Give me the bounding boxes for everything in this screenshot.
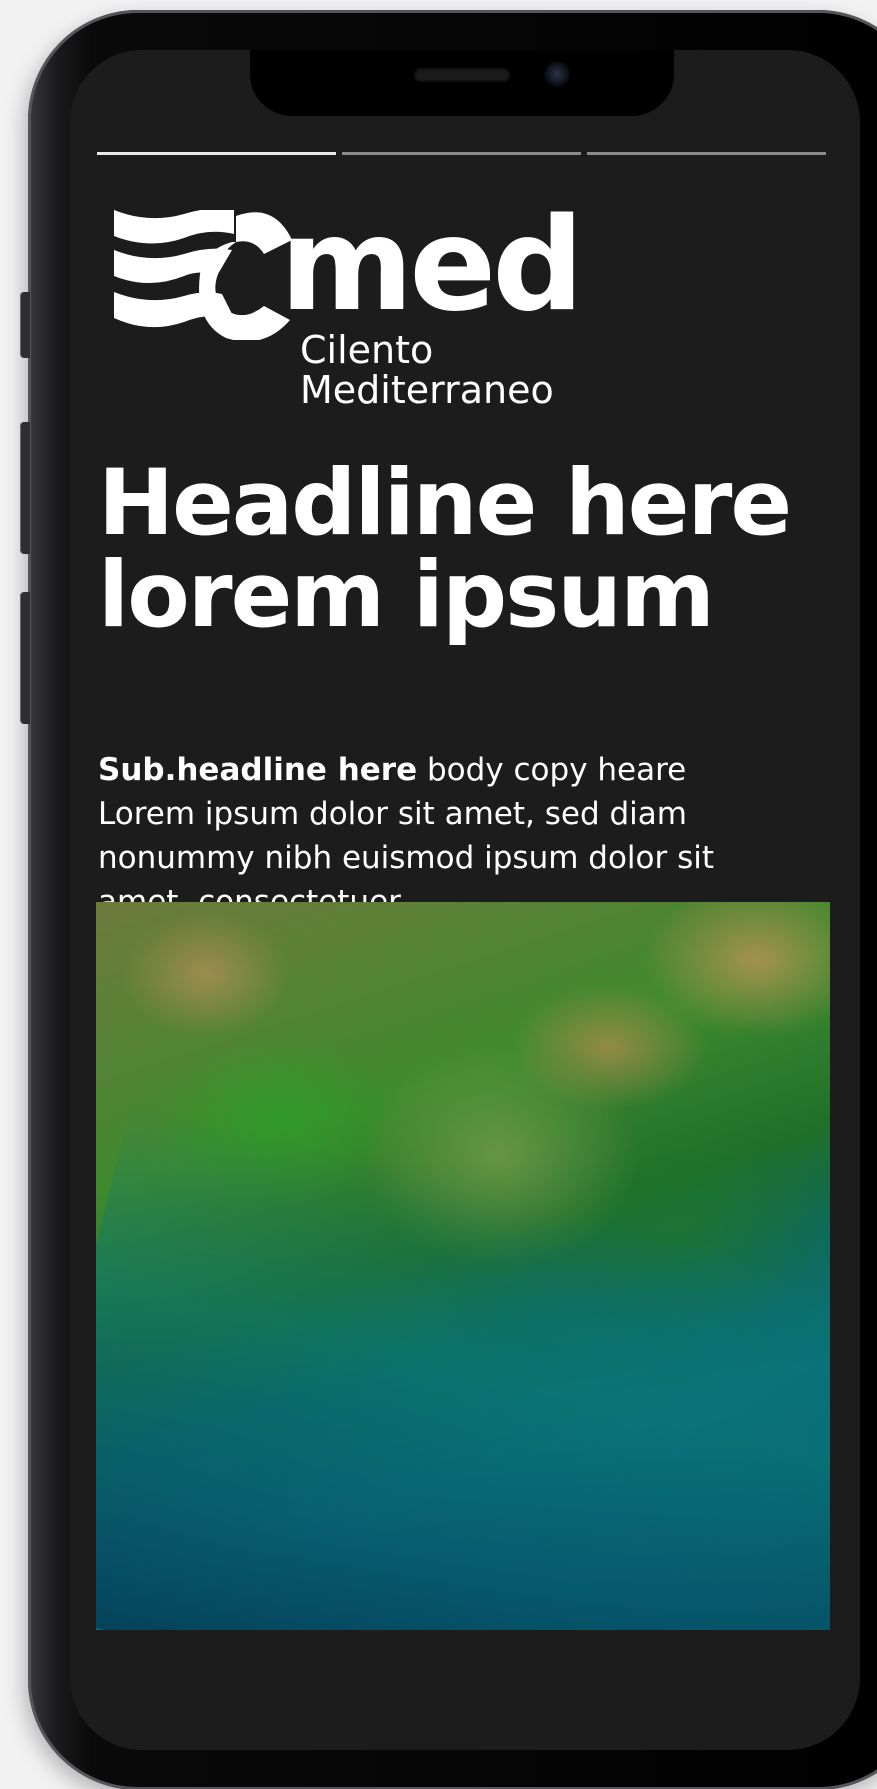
front-camera-icon [544,61,570,87]
page: med Cilento Mediterraneo Headline here l… [0,0,877,1789]
volume-up-button [20,422,30,554]
subheadline: Sub.headline here [98,752,418,788]
speaker-grille [414,68,510,82]
wave-c-logo-icon [114,210,292,340]
page-headline: Headline here lorem ipsum [98,458,828,642]
brand-logo: med Cilento Mediterraneo [114,202,584,410]
volume-down-button [20,592,30,724]
story-progress-segment-2[interactable] [342,152,581,155]
story-progress-segment-1[interactable] [97,152,336,155]
mute-switch [20,292,30,358]
notch [250,50,674,116]
hero-image [96,902,830,1630]
logo-subline-mediterraneo: Mediterraneo [300,368,554,412]
phone-screen: med Cilento Mediterraneo Headline here l… [70,50,860,1750]
logo-wordmark: med [280,191,584,340]
logo-subline-cilento: Cilento [300,328,434,372]
headline-line-2: lorem ipsum [98,543,715,648]
headline-line-1: Headline here [98,451,792,556]
body-copy: Sub.headline here body copy heare Lorem … [98,748,718,924]
story-progress-bars [97,152,826,155]
logo-subline: Cilento Mediterraneo [300,330,554,410]
story-progress-segment-3[interactable] [587,152,826,155]
